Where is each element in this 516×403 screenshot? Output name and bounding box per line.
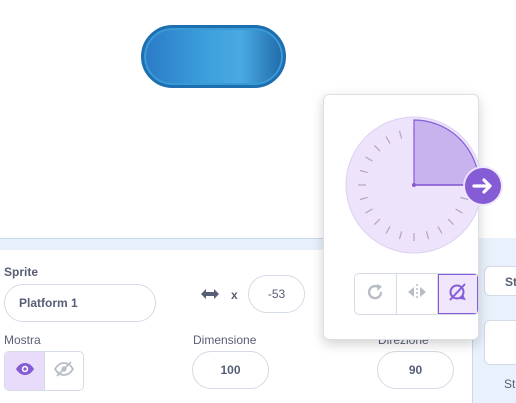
direction-dial[interactable] <box>344 115 509 260</box>
stage-panel-sublabel: St <box>504 377 516 391</box>
x-label: x <box>231 288 238 302</box>
direction-value: 90 <box>408 363 423 377</box>
rotation-style-toggle <box>354 273 479 315</box>
size-input[interactable]: 100 <box>192 351 269 389</box>
rotate-icon <box>366 283 386 306</box>
hide-button[interactable] <box>44 352 83 390</box>
no-rotation-icon <box>447 282 469 307</box>
visibility-toggle <box>4 351 84 391</box>
arrows-left-right-icon <box>199 287 221 306</box>
sprite-label: Sprite <box>4 265 39 279</box>
sprite-name-input[interactable]: Platform 1 <box>4 284 156 322</box>
size-label: Dimensione <box>193 333 257 347</box>
size-value: 100 <box>220 363 241 377</box>
x-input[interactable]: -53 <box>248 275 305 313</box>
eye-slash-icon <box>53 360 75 382</box>
sprite-name-value: Platform 1 <box>19 296 78 310</box>
all-around-button[interactable] <box>355 274 396 314</box>
direction-popover <box>323 94 503 340</box>
eye-icon <box>15 362 35 381</box>
x-value: -53 <box>267 287 286 301</box>
stage-panel-tab[interactable]: St <box>484 266 516 296</box>
left-right-button[interactable] <box>396 274 437 314</box>
show-button[interactable] <box>5 352 44 390</box>
stage-panel-card[interactable] <box>484 320 516 365</box>
platform-sprite[interactable] <box>141 25 286 88</box>
flip-horizontal-icon <box>406 283 428 306</box>
show-label: Mostra <box>4 333 41 347</box>
direction-input[interactable]: 90 <box>377 351 454 389</box>
stage-panel-label: St <box>505 275 516 289</box>
dont-rotate-button[interactable] <box>437 274 478 314</box>
